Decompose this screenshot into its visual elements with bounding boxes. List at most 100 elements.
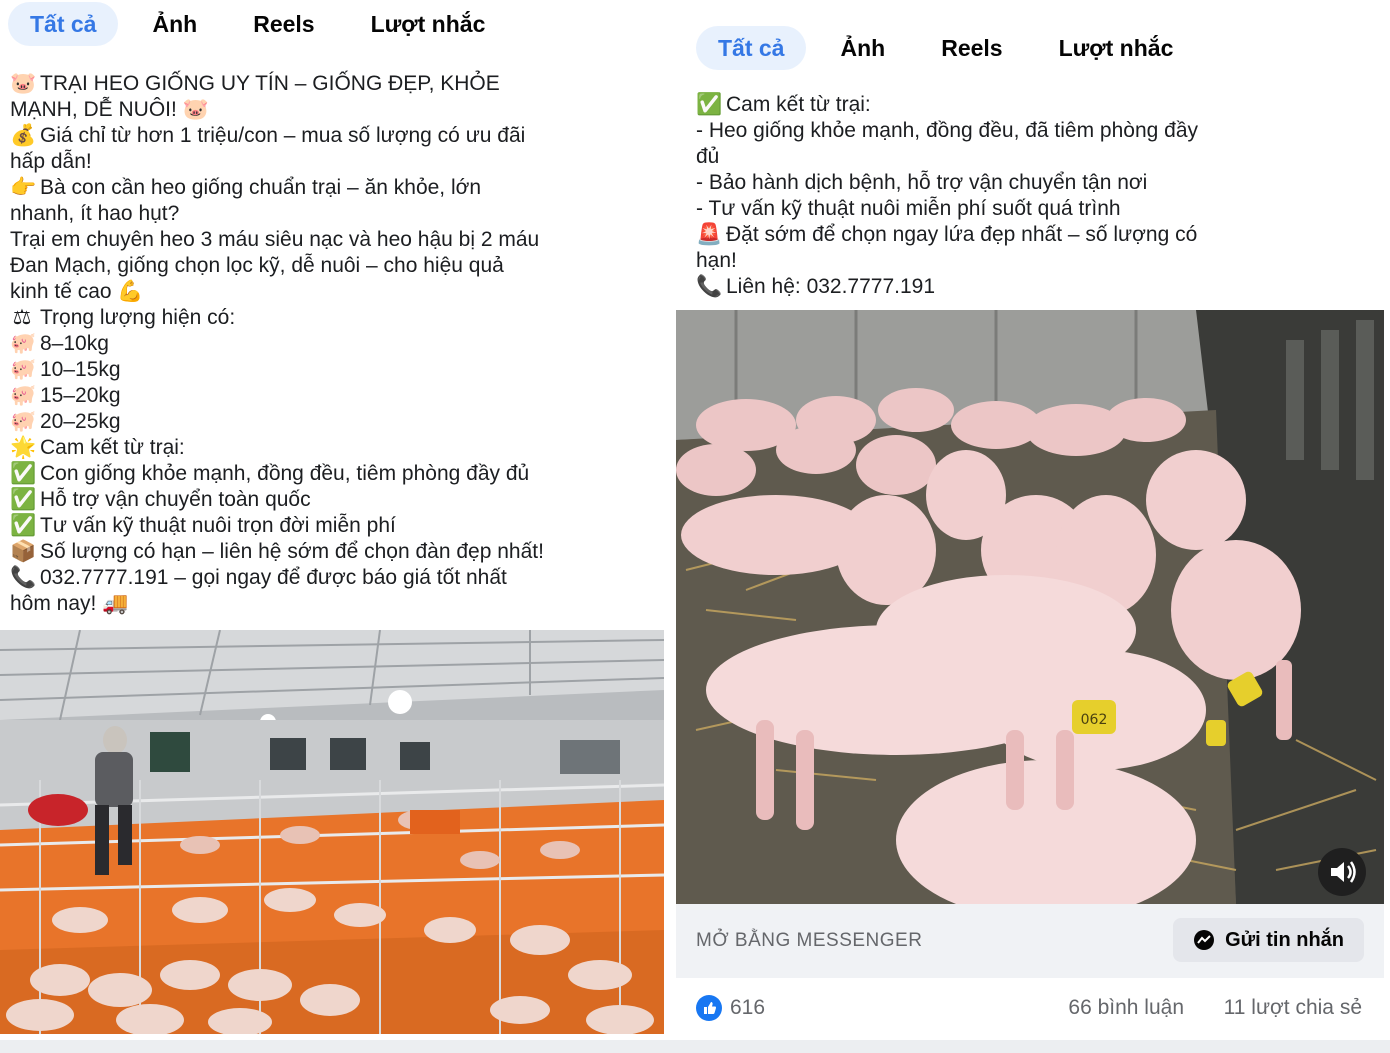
caption-text: Cam kết từ trại: [726,93,871,116]
caption-text: kinh tế cao 💪 [10,280,144,303]
filter-tabs: Tất cả Ảnh Reels Lượt nhắc [696,26,1207,70]
caption-text: - Bảo hành dịch bệnh, hỗ trợ vận chuyển … [696,171,1148,194]
caption-line: ✅ Cam kết từ trại: [696,92,1366,118]
tab-mentions[interactable]: Lượt nhắc [349,2,508,46]
pig-icon: 🐖 [10,384,37,407]
package-icon: 📦 [10,540,37,563]
check-icon: ✅ [696,93,723,116]
right-post: Tất cả Ảnh Reels Lượt nhắc ✅ Cam kết từ t… [676,0,1390,1040]
caption-line: hôm nay! 🚚 [10,591,660,617]
caption-line: ⚖ Trọng lượng hiện có: [10,305,660,331]
piglets-video[interactable]: 062 [676,310,1384,904]
tab-mentions[interactable]: Lượt nhắc [1037,26,1196,70]
pig-face-icon: 🐷 [10,72,37,95]
caption-text: 20–25kg [40,410,121,433]
caption-line: 🚨 Đặt sớm để chọn ngay lứa đẹp nhất – số … [696,222,1366,248]
caption-line: Đan Mạch, giống chọn lọc kỹ, dễ nuôi – c… [10,253,660,279]
phone-icon: 📞 [10,566,37,589]
caption-text: Số lượng có hạn – liên hệ sớm để chọn đà… [40,540,544,563]
send-message-button[interactable]: Gửi tin nhắn [1173,918,1364,962]
caption-line: kinh tế cao 💪 [10,279,660,305]
messenger-icon [1194,930,1215,950]
reaction-count[interactable]: 616 [730,996,765,1020]
caption-line: 📦 Số lượng có hạn – liên hệ sớm để chọn đ… [10,539,660,565]
caption-line: hấp dẫn! [10,149,660,175]
caption-line: ✅ Hỗ trợ vận chuyển toàn quốc [10,487,660,513]
caption-text: hấp dẫn! [10,150,92,173]
caption-text: Trại em chuyên heo 3 máu siêu nạc và heo… [10,228,540,251]
like-icon [696,995,722,1021]
caption-text: Cam kết từ trại: [40,436,185,459]
sound-toggle-button[interactable] [1318,848,1366,896]
pig-icon: 🐖 [10,358,37,381]
money-bag-icon: 💰 [10,124,37,147]
caption-text: Con giống khỏe mạnh, đồng đều, tiêm phòn… [40,462,530,485]
phone-icon: 📞 [696,275,723,298]
caption-line: 📞 Liên hệ: 032.7777.191 [696,274,1366,300]
caption-text: 15–20kg [40,384,121,407]
caption-text: - Tư vấn kỹ thuật nuôi miễn phí suốt quá… [696,197,1121,220]
post-caption: 🐷 TRẠI HEO GIỐNG UY TÍN – GIỐNG ĐẸP, KHỎE… [10,71,660,617]
caption-line: - Heo giống khỏe mạnh, đồng đều, đã tiêm… [696,118,1366,144]
caption-line: MẠNH, DỄ NUÔI! 🐷 [10,97,660,123]
caption-text: Tư vấn kỹ thuật nuôi trọn đời miễn phí [40,514,396,537]
caption-text: 10–15kg [40,358,121,381]
barn-photo[interactable] [0,630,664,1034]
caption-text: Hỗ trợ vận chuyển toàn quốc [40,488,311,511]
tab-all[interactable]: Tất cả [696,26,807,70]
caption-line: 🐷 TRẠI HEO GIỐNG UY TÍN – GIỐNG ĐẸP, KHỎE [10,71,660,97]
caption-text: MẠNH, DỄ NUÔI! 🐷 [10,98,209,121]
piglets-video-frame: 062 [676,310,1384,904]
caption-text: Đặt sớm để chọn ngay lứa đẹp nhất – số l… [726,223,1198,246]
left-post: Tất cả Ảnh Reels Lượt nhắc 🐷 TRẠI HEO GIỐ… [0,0,668,1040]
tab-all[interactable]: Tất cả [8,2,119,46]
caption-text: 8–10kg [40,332,109,355]
caption-text: 032.7777.191 – gọi ngay để được báo giá … [40,566,507,589]
caption-text: Giá chỉ từ hơn 1 triệu/con – mua số lượn… [40,124,526,147]
caption-text: đủ [696,145,720,168]
caption-line: 🐖 15–20kg [10,383,660,409]
bottom-divider [0,1040,1390,1053]
caption-text: TRẠI HEO GIỐNG UY TÍN – GIỐNG ĐẸP, KHỎE [40,72,500,95]
messenger-label: MỞ BẰNG MESSENGER [696,930,923,951]
tab-reels[interactable]: Reels [231,2,336,46]
caption-line: - Bảo hành dịch bệnh, hỗ trợ vận chuyển … [696,170,1366,196]
caption-text: nhanh, ít hao hụt? [10,202,180,225]
caption-text: - Heo giống khỏe mạnh, đồng đều, đã tiêm… [696,119,1199,142]
send-message-label: Gửi tin nhắn [1225,928,1344,951]
ear-tag-number: 062 [1081,712,1108,728]
caption-line: 🐖 8–10kg [10,331,660,357]
messenger-cta-bar: MỞ BẰNG MESSENGER Gửi tin nhắn [676,904,1384,978]
pig-icon: 🐖 [10,332,37,355]
caption-line: 💰 Giá chỉ từ hơn 1 triệu/con – mua số lượ… [10,123,660,149]
check-icon: ✅ [10,462,37,485]
caption-text: Bà con cần heo giống chuẩn trại – ăn khỏ… [40,176,482,199]
tab-photos[interactable]: Ảnh [818,26,907,70]
speaker-icon [1331,861,1356,883]
caption-text: hôm nay! 🚚 [10,592,129,615]
caption-line: đủ [696,144,1366,170]
check-icon: ✅ [10,514,37,537]
caption-line: 🐖 20–25kg [10,409,660,435]
caption-line: ✅ Con giống khỏe mạnh, đồng đều, tiêm phò… [10,461,660,487]
caption-line: 👉 Bà con cần heo giống chuẩn trại – ăn kh… [10,175,660,201]
post-caption: ✅ Cam kết từ trại: - Heo giống khỏe mạnh, … [696,92,1366,300]
alert-icon: 🚨 [696,223,723,246]
pointing-hand-icon: 👉 [10,176,37,199]
caption-text: Trọng lượng hiện có: [40,306,236,329]
tab-photos[interactable]: Ảnh [130,2,219,46]
tab-reels[interactable]: Reels [919,26,1024,70]
star-icon: 🌟 [10,436,37,459]
caption-text: Đan Mạch, giống chọn lọc kỹ, dễ nuôi – c… [10,254,504,277]
filter-tabs: Tất cả Ảnh Reels Lượt nhắc [8,2,519,46]
barn-photo-image [0,630,664,1034]
pig-icon: 🐖 [10,410,37,433]
comment-count[interactable]: 66 bình luận [1068,996,1184,1020]
caption-line: hạn! [696,248,1366,274]
caption-line: 🐖 10–15kg [10,357,660,383]
caption-line: 📞 032.7777.191 – gọi ngay để được báo giá… [10,565,660,591]
caption-line: - Tư vấn kỹ thuật nuôi miễn phí suốt quá… [696,196,1366,222]
scale-icon: ⚖ [12,306,32,329]
caption-line: nhanh, ít hao hụt? [10,201,660,227]
share-count[interactable]: 11 lượt chia sẻ [1224,996,1362,1020]
